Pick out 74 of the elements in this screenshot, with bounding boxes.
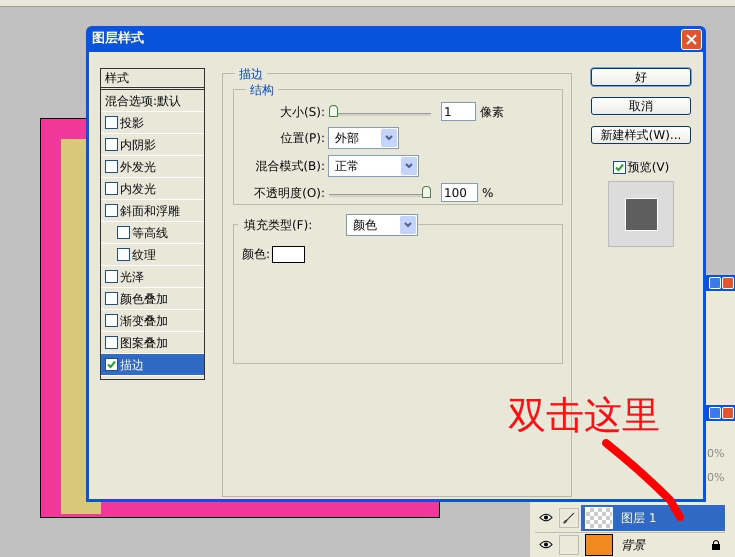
percent-text: 0% [707, 470, 724, 486]
dialog-button[interactable]: 新建样式(W)... [591, 126, 691, 144]
layer-row[interactable]: 图层 1 [581, 504, 725, 530]
style-list-item[interactable]: 内发光 [101, 178, 204, 200]
style-list-item[interactable]: 外发光 [101, 156, 204, 178]
field-label: 颜色: [242, 246, 270, 263]
dropdown[interactable]: 颜色 [346, 214, 418, 236]
field-label: 填充类型(F): [238, 216, 346, 234]
style-list-item[interactable]: 投影 [101, 112, 204, 134]
minimize-button[interactable] [709, 407, 721, 419]
eye-icon[interactable] [539, 513, 553, 522]
percent-text: 0% [707, 446, 724, 462]
checkbox[interactable] [117, 248, 130, 261]
checkbox[interactable] [105, 314, 118, 327]
dropdown[interactable]: 外部 [328, 127, 399, 149]
close-icon [686, 34, 697, 44]
checkbox[interactable] [105, 292, 118, 305]
group-title: 结构 [246, 81, 278, 99]
checkbox[interactable] [105, 138, 118, 151]
field-label: 位置(P): [279, 130, 326, 147]
style-list-item[interactable]: 斜面和浮雕 [101, 200, 204, 222]
unit-label: % [482, 184, 494, 202]
checkbox[interactable] [105, 358, 118, 371]
number-field[interactable]: 1 [441, 102, 476, 121]
slider-thumb[interactable] [422, 186, 431, 198]
group-title: 描边 [235, 65, 267, 83]
close-button[interactable] [722, 277, 734, 289]
dialog-button[interactable]: 取消 [591, 97, 691, 115]
style-list-item[interactable]: 混合选项:默认 [101, 90, 204, 112]
checkbox[interactable] [117, 226, 130, 239]
checkbox[interactable] [105, 270, 118, 283]
close-button[interactable] [681, 28, 702, 50]
chevron-icon [405, 163, 413, 169]
brush-icon [563, 512, 575, 524]
unit-label: 像素 [480, 104, 504, 120]
layer-row[interactable]: 背景 [581, 532, 725, 557]
slider[interactable] [329, 186, 431, 199]
checkbox-label: 预览(V) [628, 159, 670, 176]
number-field[interactable]: 100 [441, 183, 478, 202]
field-label: 混合模式(B): [254, 158, 326, 175]
preview-thumbnail [608, 181, 674, 247]
checkbox[interactable] [105, 204, 118, 217]
style-list-item[interactable]: 内阴影 [101, 134, 204, 156]
window-title: 图层样式 [92, 30, 144, 48]
layer-link-box[interactable] [559, 508, 579, 528]
checkbox[interactable] [105, 182, 118, 195]
list-header: 样式 [105, 70, 129, 87]
layer-thumbnail [585, 506, 613, 528]
style-list-item[interactable]: 等高线 [101, 222, 204, 244]
style-list-item[interactable]: 纹理 [101, 244, 204, 266]
style-list-item[interactable]: 描边 [101, 354, 204, 376]
style-list-item[interactable]: 颜色叠加 [101, 288, 204, 310]
checkbox[interactable] [105, 116, 118, 129]
annotation-text: 双击这里 [508, 396, 660, 434]
field-label: 大小(S): [278, 104, 326, 120]
color-swatch[interactable] [272, 246, 306, 262]
eye-icon[interactable] [539, 540, 553, 549]
close-button[interactable] [722, 407, 734, 419]
style-list-item[interactable]: 渐变叠加 [101, 310, 204, 332]
dialog-button[interactable]: 好 [591, 68, 691, 86]
checkbox[interactable] [105, 336, 118, 349]
minimize-button[interactable] [709, 277, 721, 289]
field-label: 不透明度(O): [253, 184, 326, 202]
chevron-icon [404, 222, 412, 228]
dropdown[interactable]: 正常 [328, 155, 419, 177]
checkbox[interactable] [612, 160, 626, 174]
chevron-icon [385, 135, 393, 141]
layer-name: 背景 [621, 536, 645, 554]
layer-name: 图层 1 [621, 510, 656, 526]
slider[interactable] [329, 105, 431, 118]
layer-thumbnail [585, 534, 613, 556]
style-list-item[interactable]: 光泽 [101, 266, 204, 288]
checkbox[interactable] [105, 160, 118, 173]
slider-thumb[interactable] [329, 105, 338, 117]
